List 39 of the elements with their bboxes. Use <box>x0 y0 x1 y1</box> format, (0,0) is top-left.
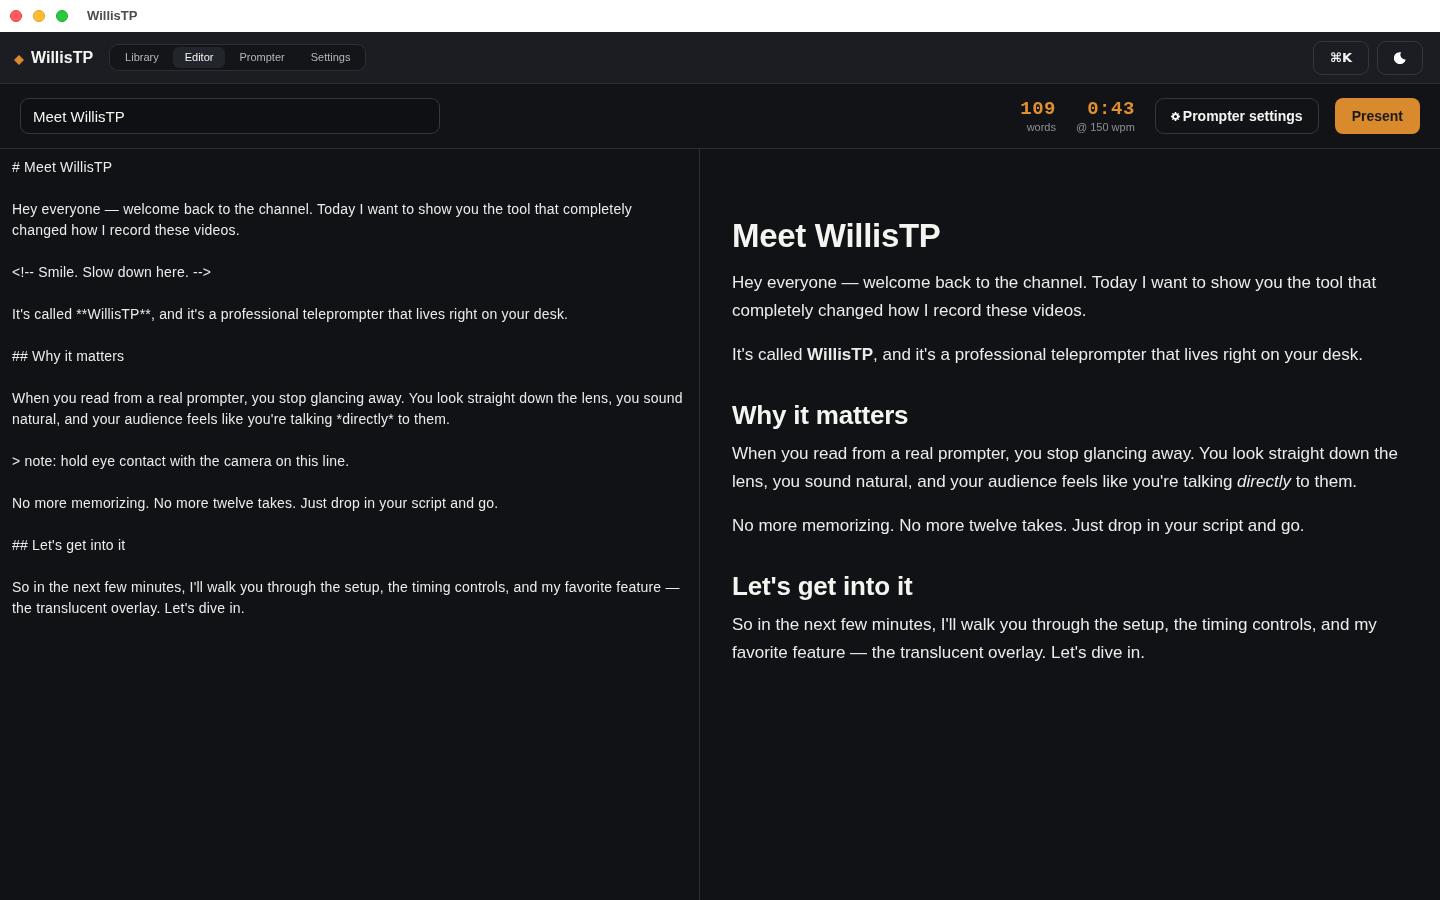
maximize-window-icon[interactable] <box>56 10 68 22</box>
close-window-icon[interactable] <box>10 10 22 22</box>
prompter-settings-button[interactable]: Prompter settings <box>1154 98 1319 134</box>
markdown-source-line: No more memorizing. No more twelve takes. Just drop in your script and go. <box>12 494 500 513</box>
stat-value: 0:43 <box>1087 98 1135 120</box>
markdown-source-line: <!-- Smile. Slow down here. --> <box>12 263 213 282</box>
preview-heading: Why it matters <box>732 399 910 431</box>
theme-toggle-button[interactable] <box>1377 40 1423 75</box>
present-button[interactable]: Present <box>1334 98 1420 134</box>
markdown-source-line: > note: hold eye contact with the camera on this line. <box>12 452 351 471</box>
crescent-moon-icon <box>1394 51 1406 64</box>
command-palette-button[interactable]: ⌘K <box>1313 40 1369 75</box>
nav-tab[interactable]: Prompter <box>227 47 297 68</box>
brand-name: WillisTP <box>31 47 94 68</box>
stat-value: 109 <box>1020 98 1056 120</box>
stat-label: words <box>1026 120 1056 134</box>
stat-label: @ 150 wpm <box>1075 120 1135 134</box>
nav-tab[interactable]: Library <box>113 47 171 68</box>
preview-paragraph: So in the next few minutes, I'll walk you through the setup, the timing controls, and my favorite feature — the translucent overlay. Let's dive in. <box>732 614 1378 664</box>
preview-paragraph: Hey everyone — welcome back to the channel. Today I want to show you the tool that completely changed how I record these videos. <box>732 272 1378 322</box>
title-input-field[interactable]: Meet WillisTP <box>20 98 440 134</box>
preview-paragraph: No more memorizing. No more twelve takes. Just drop in your script and go. <box>732 515 1306 537</box>
window-title: WillisTP <box>87 7 138 26</box>
nav-tab[interactable]: Settings <box>298 47 363 68</box>
preview-paragraph: It's called WillisTP, and it's a professional teleprompter that lives right on your desk. <box>732 344 1364 366</box>
markdown-source-line: It's called **WillisTP**, and it's a professional teleprompter that lives right on your desk. <box>12 305 570 324</box>
minimize-window-icon[interactable] <box>33 10 45 22</box>
gear-icon <box>1170 111 1180 121</box>
markdown-source-line: ## Why it matters <box>12 347 126 366</box>
preview-heading: Meet WillisTP <box>732 217 942 255</box>
markdown-source-line: ## Let's get into it <box>12 536 127 555</box>
preview-paragraph: When you read from a real prompter, you stop glancing away. You look straight down the lens, you sound natural, and your audience feels like you're talking directly to them. <box>732 443 1399 493</box>
nav-tab[interactable]: Editor <box>172 47 226 68</box>
preview-heading: Let's get into it <box>732 570 914 602</box>
markdown-source-line: So in the next few minutes, I'll walk you through the setup, the timing controls, and my favorite feature — the translucent overlay. Let's dive in. <box>12 578 681 618</box>
markdown-source-line: When you read from a real prompter, you stop glancing away. You look straight down the lens, you sound natural, and your audience feels like you're talking *directly* to them. <box>12 389 684 429</box>
diamond-logo-icon <box>14 54 24 65</box>
markdown-source-line: Hey everyone — welcome back to the channel. Today I want to show you the tool that completely changed how I record these videos. <box>12 200 633 240</box>
markdown-source-line: # Meet WillisTP <box>12 158 114 177</box>
